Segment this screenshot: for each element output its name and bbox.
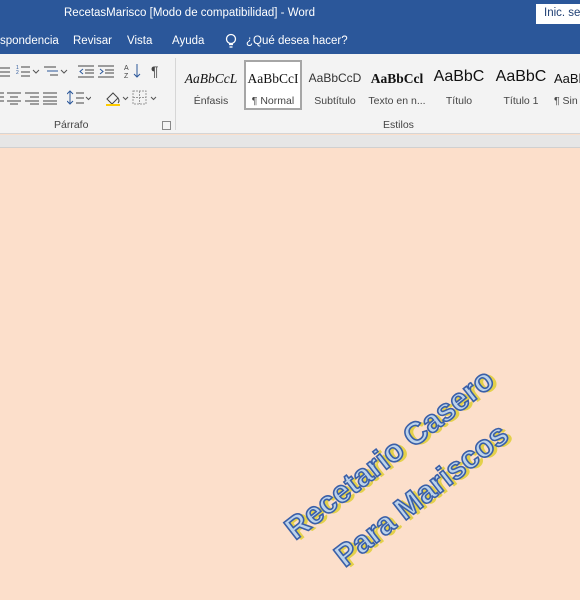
style-label: ¶ Normal <box>251 95 295 107</box>
style-sin-espaciado[interactable]: AaBb ¶ Sin e <box>554 60 580 110</box>
paragraph-group-label: Párrafo <box>54 119 89 131</box>
title-bar: RecetasMarisco [Modo de compatibilidad] … <box>0 0 580 29</box>
style-texto-en-negrita[interactable]: AaBbCcl Texto en n... <box>368 60 426 110</box>
align-left-icon[interactable] <box>0 91 4 109</box>
document-page[interactable]: Recetario Casero Recetario Casero Para M… <box>0 148 580 600</box>
borders-icon[interactable] <box>132 90 158 108</box>
paragraph-dialog-launcher-icon[interactable] <box>162 121 171 130</box>
style-label: Título <box>445 95 473 107</box>
ribbon-document-separator <box>0 135 580 148</box>
align-center-icon[interactable] <box>7 91 21 109</box>
tell-me-search[interactable]: ¿Qué desea hacer? <box>246 35 348 47</box>
shading-icon[interactable] <box>104 90 130 108</box>
sign-in-button[interactable]: Inic. ses <box>536 4 580 24</box>
svg-text:Z: Z <box>124 73 129 79</box>
style-enfasis[interactable]: AaBbCcL Énfasis <box>182 60 240 110</box>
line-spacing-icon[interactable] <box>67 90 91 108</box>
style-preview: AaBbC <box>433 68 485 85</box>
align-right-icon[interactable] <box>25 91 39 109</box>
menu-bar: spondencia Revisar Vista Ayuda ¿Qué dese… <box>0 29 580 54</box>
style-preview: AaBbCcD <box>308 71 362 85</box>
style-subtitulo[interactable]: AaBbCcD Subtítulo <box>306 60 364 110</box>
styles-gallery: AaBbCcL Énfasis AaBbCcI ¶ Normal AaBbCcD… <box>182 58 580 114</box>
style-normal[interactable]: AaBbCcI ¶ Normal <box>244 60 302 110</box>
styles-group-label: Estilos <box>383 119 414 131</box>
lightbulb-icon <box>225 33 237 48</box>
multilevel-list-icon[interactable] <box>44 64 68 82</box>
style-titulo-1[interactable]: AaBbC Título 1 <box>492 60 550 110</box>
style-titulo[interactable]: AaBbC Título <box>430 60 488 110</box>
tab-correspondencia[interactable]: spondencia <box>0 35 59 47</box>
tab-vista[interactable]: Vista <box>127 35 152 47</box>
show-formatting-icon[interactable]: ¶ <box>150 63 164 81</box>
style-preview: AaBb <box>554 71 580 86</box>
sort-icon[interactable]: AZ <box>124 63 142 81</box>
decrease-indent-icon[interactable] <box>78 64 96 82</box>
style-label: Subtítulo <box>314 95 356 107</box>
svg-text:A: A <box>124 65 129 72</box>
style-label: Título 1 <box>503 95 539 107</box>
tab-ayuda[interactable]: Ayuda <box>172 35 204 47</box>
style-preview: AaBbC <box>495 68 547 85</box>
style-label: Texto en n... <box>368 95 426 107</box>
tab-revisar[interactable]: Revisar <box>73 35 112 47</box>
svg-text:¶: ¶ <box>151 63 159 79</box>
style-preview: AaBbCcl <box>370 71 424 86</box>
svg-text:2: 2 <box>16 70 19 76</box>
group-divider <box>175 58 176 130</box>
style-label: Énfasis <box>193 95 229 107</box>
justify-icon[interactable] <box>43 91 57 109</box>
bullets-icon[interactable] <box>0 65 10 83</box>
ribbon: 12 AZ ¶ Párrafo AaBbCcL Énfasis AaBbCcI … <box>0 54 580 134</box>
window-title: RecetasMarisco [Modo de compatibilidad] … <box>64 7 315 19</box>
increase-indent-icon[interactable] <box>98 64 116 82</box>
style-preview: AaBbCcI <box>247 71 299 86</box>
style-label: ¶ Sin e <box>554 95 580 107</box>
wordart-title: Recetario Casero Recetario Casero Para M… <box>278 361 519 574</box>
style-preview: AaBbCcL <box>184 71 238 86</box>
numbering-icon[interactable]: 12 <box>16 64 40 82</box>
